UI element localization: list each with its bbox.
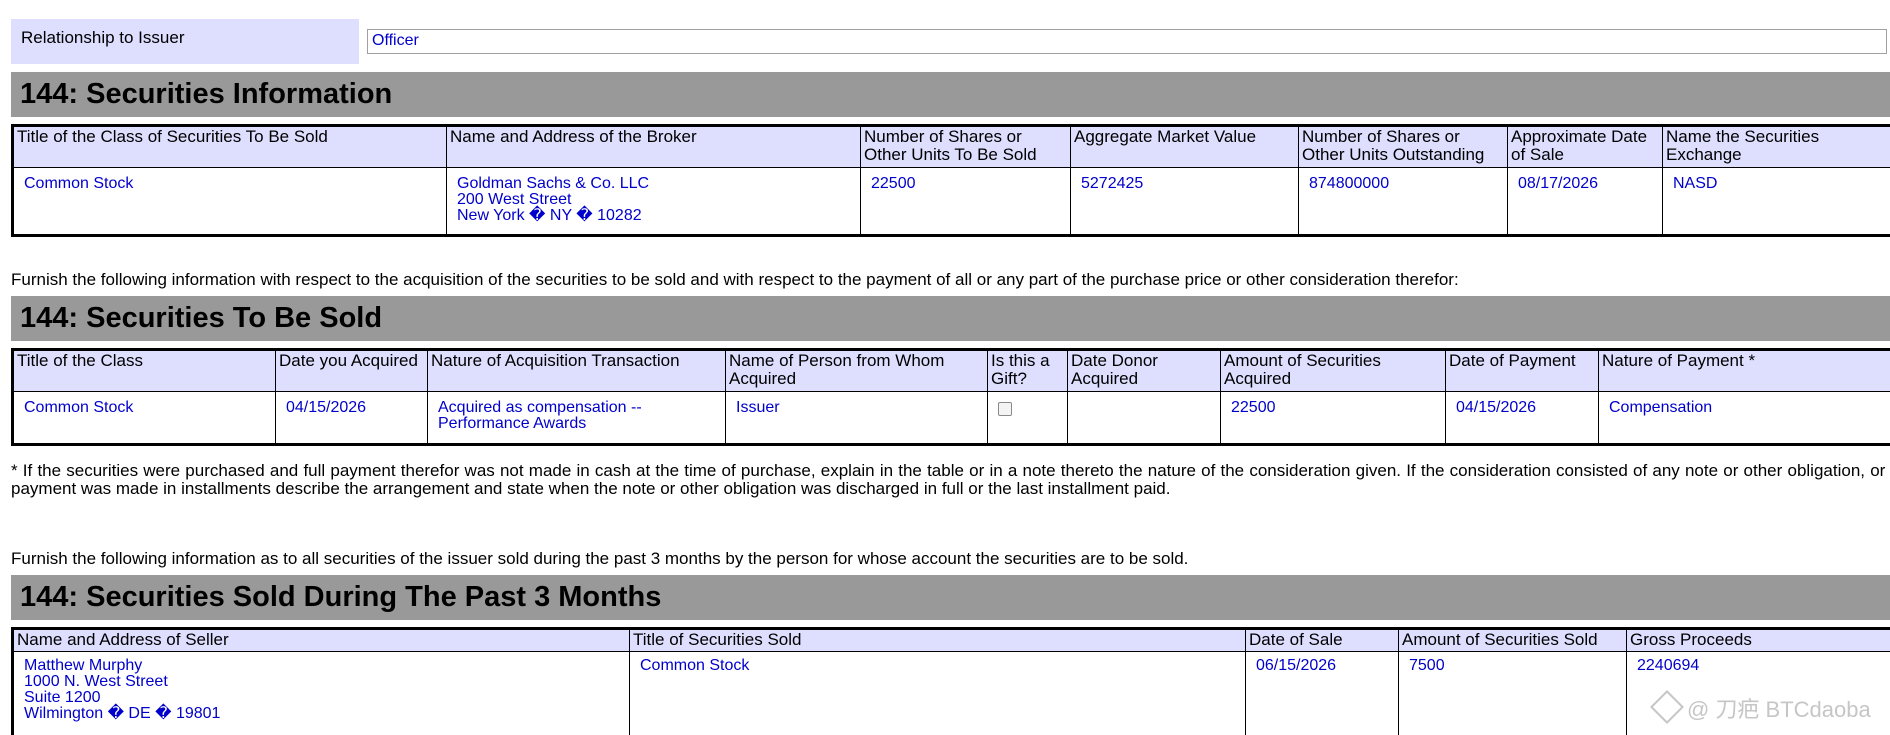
table-header-row: Title of the Class Date you Acquired Nat…	[12, 349, 1890, 392]
broker-city: New York � NY � 10282	[457, 207, 642, 224]
past-sales-instructions: Furnish the following information as to …	[11, 549, 1189, 568]
section-title-securities-to-be-sold: 144: Securities To Be Sold	[11, 296, 1890, 341]
column-header: Name the Securities Exchange	[1662, 125, 1890, 168]
column-header: Date of Sale	[1245, 628, 1399, 652]
seller-street: 1000 N. West Street	[24, 673, 168, 690]
table-row: Common Stock 04/15/2026 Acquired as comp…	[12, 391, 1890, 445]
column-header: Amount of Securities Acquired	[1220, 349, 1446, 392]
column-header: Title of the Class	[12, 349, 276, 392]
table-header-row: Name and Address of Seller Title of Secu…	[12, 628, 1890, 652]
seller-name: Matthew Murphy	[24, 657, 143, 674]
column-header: Name and Address of Seller	[12, 628, 630, 652]
payment-nature: Compensation	[1609, 399, 1713, 416]
column-header: Title of Securities Sold	[629, 628, 1246, 652]
acquisition-nature-line: Performance Awards	[438, 415, 587, 432]
watermark: @ 刀疤 BTCdaoba	[1650, 690, 1871, 724]
approximate-sale-date: 08/17/2026	[1507, 167, 1663, 236]
aggregate-market-value: 5272425	[1070, 167, 1299, 236]
column-header: Approximate Date of Sale	[1507, 125, 1663, 168]
seller-cell: Matthew Murphy 1000 N. West Street Suite…	[12, 651, 630, 735]
gift-cell	[987, 391, 1068, 445]
column-header: Date of Payment	[1445, 349, 1599, 392]
section-title-securities-information: 144: Securities Information	[11, 72, 1890, 117]
securities-title: Common Stock	[629, 651, 1246, 735]
payment-date: 04/15/2026	[1445, 391, 1599, 445]
table-row: Matthew Murphy 1000 N. West Street Suite…	[12, 651, 1890, 735]
watermark-logo-icon	[1650, 690, 1684, 724]
column-header: Date you Acquired	[275, 349, 428, 392]
column-header: Nature of Payment *	[1598, 349, 1890, 392]
sale-date: 06/15/2026	[1245, 651, 1399, 735]
relationship-row: Relationship to Issuer Officer	[11, 19, 1890, 64]
broker-street: 200 West Street	[457, 191, 572, 208]
security-class: Common Stock	[12, 167, 447, 236]
column-header: Title of the Class of Securities To Be S…	[12, 125, 447, 168]
column-header: Nature of Acquisition Transaction	[427, 349, 726, 392]
donor-acquired-date	[1067, 391, 1221, 445]
watermark-text: @ 刀疤 BTCdaoba	[1687, 697, 1871, 722]
relationship-field: Officer	[367, 29, 1887, 54]
past-sales-table: Name and Address of Seller Title of Secu…	[11, 627, 1890, 735]
form-144-page: Relationship to Issuer Officer 144: Secu…	[0, 0, 1890, 735]
securities-exchange: NASD	[1673, 175, 1718, 192]
column-header: Amount of Securities Sold	[1398, 628, 1627, 652]
amount-sold: 7500	[1398, 651, 1627, 735]
column-header: Gross Proceeds	[1626, 628, 1890, 652]
seller-city: Wilmington � DE � 19801	[24, 705, 221, 722]
broker-cell: Goldman Sachs & Co. LLC 200 West Street …	[446, 167, 861, 236]
acquired-from: Issuer	[725, 391, 988, 445]
seller-suite: Suite 1200	[24, 689, 101, 706]
column-header: Is this a Gift?	[987, 349, 1068, 392]
section-title-securities-sold-past-3-months: 144: Securities Sold During The Past 3 M…	[11, 575, 1890, 620]
units-to-be-sold: 22500	[860, 167, 1071, 236]
securities-information-table: Title of the Class of Securities To Be S…	[11, 124, 1890, 237]
securities-to-be-sold-table: Title of the Class Date you Acquired Nat…	[11, 348, 1890, 446]
column-header: Name and Address of the Broker	[446, 125, 861, 168]
security-class: Common Stock	[12, 391, 276, 445]
gift-checkbox[interactable]	[998, 402, 1012, 416]
payment-footnote: * If the securities were purchased and f…	[11, 461, 1890, 498]
column-header: Date Donor Acquired	[1067, 349, 1221, 392]
relationship-label: Relationship to Issuer	[11, 19, 359, 64]
acquisition-nature-cell: Acquired as compensation -- Performance …	[427, 391, 726, 445]
table-row: Common Stock Goldman Sachs & Co. LLC 200…	[12, 167, 1890, 236]
acquisition-nature-line: Acquired as compensation --	[438, 399, 642, 416]
column-header: Name of Person from Whom Acquired	[725, 349, 988, 392]
acquisition-instructions: Furnish the following information with r…	[11, 270, 1459, 289]
broker-name: Goldman Sachs & Co. LLC	[457, 175, 650, 192]
amount-acquired: 22500	[1220, 391, 1446, 445]
table-header-row: Title of the Class of Securities To Be S…	[12, 125, 1890, 168]
column-header: Aggregate Market Value	[1070, 125, 1299, 168]
column-header: Number of Shares or Other Units To Be So…	[860, 125, 1071, 168]
column-header: Number of Shares or Other Units Outstand…	[1298, 125, 1508, 168]
date-acquired: 04/15/2026	[275, 391, 428, 445]
units-outstanding: 874800000	[1298, 167, 1508, 236]
